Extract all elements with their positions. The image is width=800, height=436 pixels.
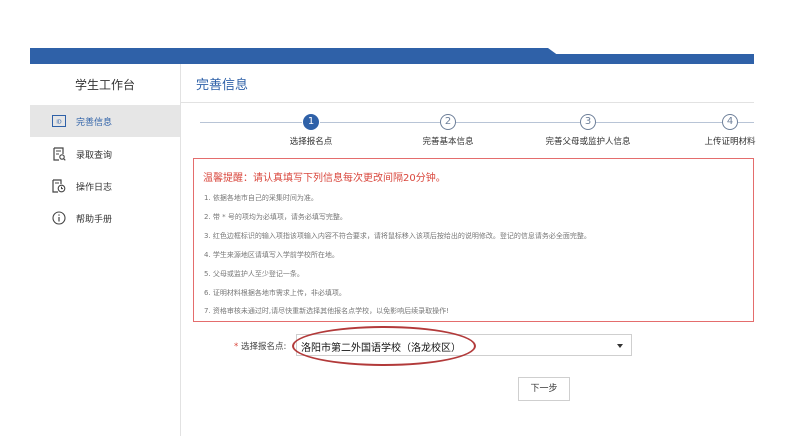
notice-box: 温馨提醒：请认真填写下列信息每次更改间隔20分钟。 1. 依据各地市自己的采集时… (193, 158, 754, 322)
step-4-label: 上传证明材料 (704, 137, 756, 147)
notice-item: 6. 证明材料根据各地市需求上传，非必填项。 (204, 289, 346, 297)
title-divider (181, 102, 754, 103)
step-4-indicator: 4 (722, 114, 738, 130)
sidebar-item-help-manual[interactable]: 帮助手册 (30, 202, 180, 234)
log-clock-icon (52, 179, 66, 193)
document-search-icon (52, 147, 66, 161)
registration-point-label: * 选择报名点: (234, 340, 286, 352)
info-circle-icon (52, 211, 66, 225)
notice-item: 2. 带 * 号的项均为必填项，请务必填写完整。 (204, 213, 347, 221)
id-card-icon: ID (52, 114, 66, 128)
step-2-label: 完善基本信息 (422, 137, 474, 147)
sidebar-item-admission-query[interactable]: 录取查询 (30, 138, 180, 170)
svg-text:ID: ID (56, 120, 61, 126)
chevron-down-icon[interactable] (617, 344, 623, 348)
sidebar: 学生工作台 ID 完善信息 录取查询 操作日志 帮助手册 (30, 64, 181, 436)
notice-item: 4. 学生来源地区请填写入学前学校所在地。 (204, 251, 339, 259)
step-connector (320, 122, 440, 123)
step-connector (200, 122, 302, 123)
step-1-indicator: 1 (303, 114, 319, 130)
next-step-button[interactable]: 下一步 (518, 377, 570, 401)
sidebar-item-complete-info[interactable]: ID 完善信息 (30, 105, 180, 137)
registration-point-select[interactable]: 洛阳市第二外国语学校（洛龙校区） (296, 334, 632, 356)
sidebar-item-operation-log[interactable]: 操作日志 (30, 170, 180, 202)
step-connector (738, 122, 754, 123)
header-notch (548, 48, 754, 54)
step-3-label: 完善父母或监护人信息 (545, 137, 631, 147)
step-3-indicator: 3 (580, 114, 596, 130)
selected-school: 洛阳市第二外国语学校（洛龙校区） (301, 343, 461, 354)
field-label-text: 选择报名点: (240, 342, 287, 352)
step-2-indicator: 2 (440, 114, 456, 130)
notice-item: 1. 依据各地市自己的采集时间为准。 (204, 194, 318, 202)
step-1-label: 选择报名点 (289, 137, 333, 147)
notice-item: 3. 红色边框标识的输入项指该项输入内容不符合要求，请将鼠标移入该项后按给出的说… (204, 232, 591, 240)
sidebar-item-label: 完善信息 (76, 117, 113, 128)
sidebar-item-label: 操作日志 (76, 182, 113, 193)
notice-item: 5. 父母或监护人至少登记一条。 (204, 270, 304, 278)
notice-item: 7. 资格审核未通过时,请尽快重新选择其他报名点学校，以免影响后续录取操作! (204, 307, 449, 315)
required-mark: * (234, 342, 239, 352)
notice-title: 温馨提醒：请认真填写下列信息每次更改间隔20分钟。 (203, 173, 446, 184)
sidebar-item-label: 帮助手册 (76, 214, 113, 225)
page-title: 完善信息 (196, 78, 249, 93)
sidebar-item-label: 录取查询 (76, 150, 113, 161)
step-connector (596, 122, 722, 123)
sidebar-title: 学生工作台 (74, 78, 135, 92)
step-connector (456, 122, 580, 123)
